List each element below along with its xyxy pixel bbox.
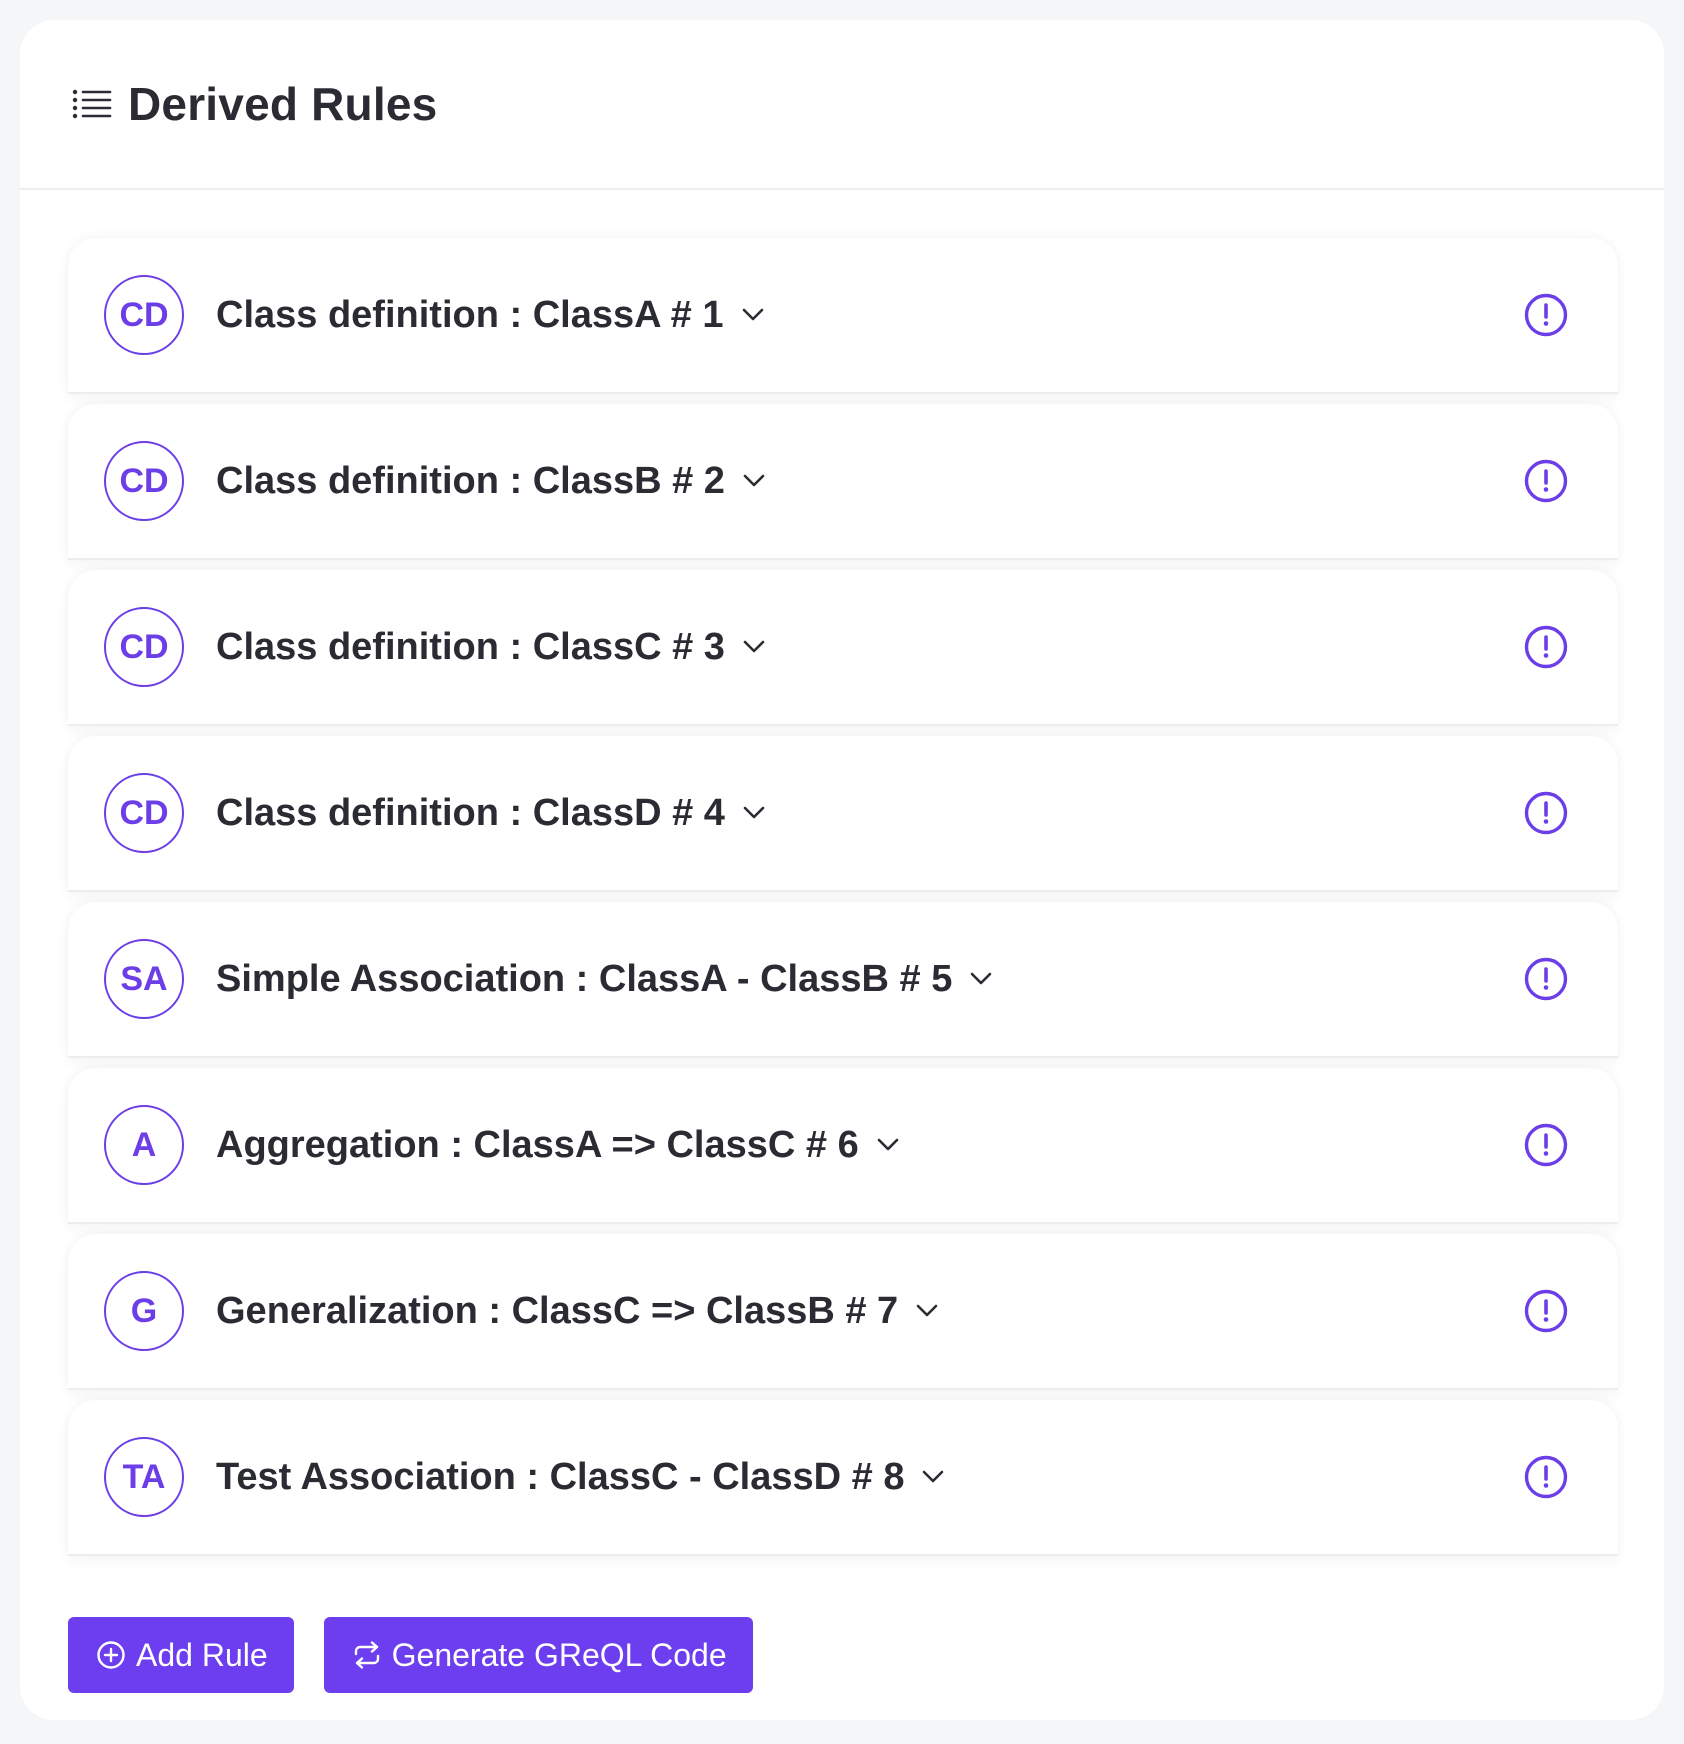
alert-circle-icon[interactable] xyxy=(1522,291,1570,339)
repeat-icon xyxy=(350,1638,384,1672)
rule-type-badge: A xyxy=(104,1105,184,1185)
alert-circle-icon[interactable] xyxy=(1522,1287,1570,1335)
alert-circle-icon[interactable] xyxy=(1522,457,1570,505)
rule-type-badge: CD xyxy=(104,275,184,355)
chevron-down-icon[interactable] xyxy=(739,632,769,662)
chevron-down-icon[interactable] xyxy=(912,1296,942,1326)
list-icon xyxy=(70,82,114,126)
rule-label: Generalization : ClassC => ClassB # 7 xyxy=(216,1289,899,1332)
rule-type-badge: G xyxy=(104,1271,184,1351)
chevron-down-icon[interactable] xyxy=(966,964,996,994)
rule-item[interactable]: SA Simple Association : ClassA - ClassB #… xyxy=(68,902,1618,1058)
rule-label: Class definition : ClassA # 1 xyxy=(216,293,724,336)
rule-type-badge: CD xyxy=(104,607,184,687)
derived-rules-card: Derived Rules CD Class definition : Class… xyxy=(20,20,1664,1720)
chevron-down-icon[interactable] xyxy=(739,798,769,828)
alert-circle-icon[interactable] xyxy=(1522,955,1570,1003)
alert-circle-icon[interactable] xyxy=(1522,1453,1570,1501)
rule-item[interactable]: CD Class definition : ClassA # 1 xyxy=(68,238,1618,394)
rule-item[interactable]: TA Test Association : ClassC - ClassD # 8 xyxy=(68,1400,1618,1556)
rule-label: Class definition : ClassC # 3 xyxy=(216,625,725,668)
rules-list: CD Class definition : ClassA # 1 CD Class d… xyxy=(68,238,1618,1566)
rule-label: Simple Association : ClassA - ClassB # 5 xyxy=(216,957,953,1000)
alert-circle-icon[interactable] xyxy=(1522,1121,1570,1169)
rule-label: Class definition : ClassD # 4 xyxy=(216,791,725,834)
rule-item[interactable]: G Generalization : ClassC => ClassB # 7 xyxy=(68,1234,1618,1390)
add-rule-label: Add Rule xyxy=(136,1636,268,1673)
generate-greql-label: Generate GReQL Code xyxy=(391,1636,727,1673)
card-header: Derived Rules xyxy=(20,20,1664,190)
alert-circle-icon[interactable] xyxy=(1522,623,1570,671)
generate-greql-button[interactable]: Generate GReQL Code xyxy=(323,1617,753,1693)
rule-label: Class definition : ClassB # 2 xyxy=(216,459,725,502)
rule-label: Aggregation : ClassA => ClassC # 6 xyxy=(216,1123,859,1166)
rule-item[interactable]: CD Class definition : ClassB # 2 xyxy=(68,404,1618,560)
rule-type-badge: CD xyxy=(104,773,184,853)
rule-item[interactable]: CD Class definition : ClassC # 3 xyxy=(68,570,1618,726)
chevron-down-icon[interactable] xyxy=(873,1130,903,1160)
actions-bar: Add Rule Generate GReQL Code xyxy=(68,1617,753,1693)
plus-circle-icon xyxy=(94,1638,128,1672)
rule-item[interactable]: A Aggregation : ClassA => ClassC # 6 xyxy=(68,1068,1618,1224)
rule-label: Test Association : ClassC - ClassD # 8 xyxy=(216,1455,905,1498)
rule-type-badge: CD xyxy=(104,441,184,521)
add-rule-button[interactable]: Add Rule xyxy=(68,1617,294,1693)
chevron-down-icon[interactable] xyxy=(918,1462,948,1492)
rule-type-badge: SA xyxy=(104,939,184,1019)
rule-type-badge: TA xyxy=(104,1437,184,1517)
chevron-down-icon[interactable] xyxy=(738,300,768,330)
alert-circle-icon[interactable] xyxy=(1522,789,1570,837)
page-title: Derived Rules xyxy=(128,78,438,130)
chevron-down-icon[interactable] xyxy=(739,466,769,496)
rule-item[interactable]: CD Class definition : ClassD # 4 xyxy=(68,736,1618,892)
